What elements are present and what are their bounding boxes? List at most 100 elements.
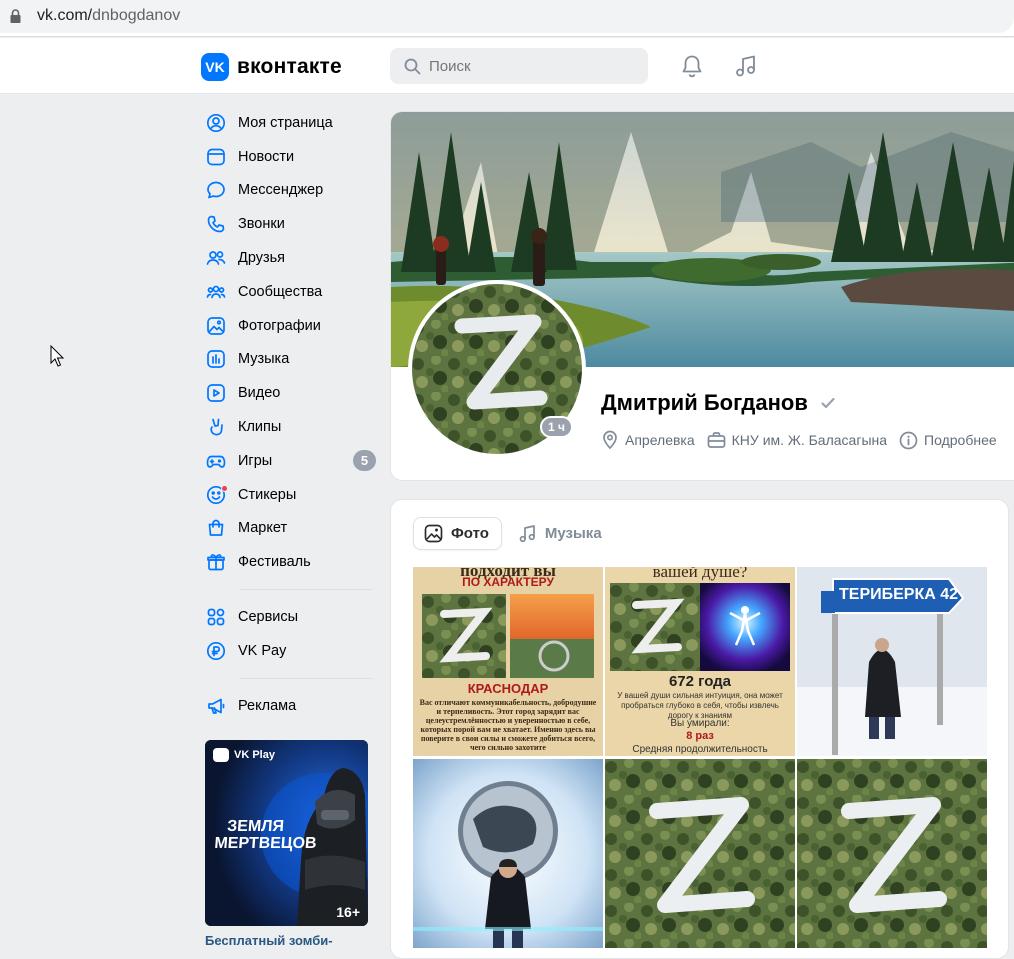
sidebar-item-label: Фотографии [238, 317, 321, 334]
search-box[interactable] [390, 48, 648, 84]
address-bar[interactable]: vk.com/dnbogdanov [0, 0, 1014, 33]
photo-thumbnail[interactable] [413, 759, 603, 948]
sidebar-item-photo[interactable]: Фотографии [200, 309, 378, 343]
sidebar-item-label: Реклама [238, 697, 297, 714]
ad-caption[interactable]: Бесплатный зомби- [205, 933, 333, 948]
sidebar-item-label: Фестиваль [238, 554, 311, 571]
search-icon [404, 58, 421, 74]
sidebar-item-label: Моя страница [238, 114, 333, 131]
last-seen-badge: 1 ч [540, 416, 573, 438]
photo-thumbnail[interactable]: ТЕРИБЕРКА 42 [797, 567, 987, 756]
sidebar-item-label: Маркет [238, 520, 288, 537]
sidebar-item-gift[interactable]: Фестиваль [200, 545, 378, 579]
clips-icon [210, 418, 223, 436]
sidebar-item-label: Сообщества [238, 283, 323, 300]
z-symbol-image [610, 583, 702, 671]
sidebar-item-games[interactable]: Игры 5 [200, 444, 378, 478]
bell-icon[interactable] [679, 53, 705, 79]
profile-education[interactable]: КНУ им. Ж. Баласагына [707, 431, 887, 449]
vkpay-icon [206, 641, 226, 660]
card-subheading: ПО ХАРАКТЕРУ [462, 575, 554, 589]
mouse-cursor-icon [50, 345, 64, 367]
music-note-icon[interactable] [733, 53, 759, 79]
vk-play-logo-icon [213, 748, 229, 762]
photo-thumbnail[interactable]: вашей душе? 672 года У вашей души сильна… [605, 567, 795, 756]
card-footer: Средняя продолжительность [632, 744, 768, 755]
tab-music[interactable]: Музыка [508, 517, 614, 550]
card-years: 672 года [668, 673, 732, 690]
music-icon [519, 525, 535, 543]
url-text: vk.com/dnbogdanov [37, 7, 180, 25]
photo-thumbnail[interactable]: подходит вы ПО ХАРАКТЕРУ КРАСНОДАР Вас о… [413, 567, 603, 756]
education-text: КНУ им. Ж. Баласагына [731, 432, 888, 448]
more-text: Подробнее [924, 432, 997, 448]
sidebar-item-phone[interactable]: Звонки [200, 207, 378, 241]
sidebar-item-market[interactable]: Маркет [200, 512, 378, 546]
sidebar-item-label: Звонки [238, 216, 285, 233]
profile-more-button[interactable]: Подробнее [899, 431, 997, 450]
soul-image [700, 583, 790, 671]
gift-icon [207, 554, 225, 571]
info-icon [899, 431, 918, 449]
card-city: КРАСНОДАР [467, 681, 549, 696]
card-heading: вашей душе? [652, 567, 748, 581]
sidebar-item-megaphone[interactable]: Реклама [200, 689, 378, 723]
photo-thumbnail[interactable] [605, 759, 795, 948]
vk-logo[interactable]: VK вконтакте [201, 53, 342, 81]
ad-title: ЗЕМЛЯ МЕРТВЕЦОВ [213, 818, 318, 852]
friends-icon [206, 251, 226, 265]
vk-header: VK вконтакте [0, 38, 1014, 94]
vk-play-brand: VK Play [213, 748, 275, 762]
profile-location[interactable]: Апрелевка [601, 430, 695, 450]
city-photo-image [510, 594, 594, 678]
photo-icon [424, 524, 443, 543]
sidebar-item-label: VK Pay [238, 642, 287, 659]
phone-icon [207, 215, 225, 233]
check-mark-icon[interactable] [820, 395, 836, 411]
card-died-value: 8 раз [686, 730, 714, 742]
sidebar-item-music[interactable]: Музыка [200, 343, 378, 377]
photo-thumbnail[interactable] [797, 759, 987, 948]
sidebar-divider [240, 677, 373, 679]
lock-icon [10, 9, 21, 23]
sidebar-item-services[interactable]: Сервисы [200, 600, 378, 634]
services-icon [207, 608, 225, 626]
sidebar-item-label: Клипы [238, 419, 282, 436]
message-icon [207, 182, 225, 199]
media-tabs: Фото Музыка [413, 517, 614, 550]
market-icon [208, 520, 224, 537]
browser-bar: vk.com/dnbogdanov [0, 0, 1014, 37]
vk-logo-icon: VK [201, 53, 229, 81]
sidebar-item-stickers[interactable]: Стикеры [200, 478, 378, 512]
notification-dot [221, 484, 228, 492]
sidebar-item-communities[interactable]: Сообщества [200, 275, 378, 309]
sidebar-divider [240, 589, 373, 591]
tab-photos[interactable]: Фото [413, 517, 502, 550]
search-input[interactable] [429, 57, 629, 75]
sidebar-item-label: Новости [238, 148, 295, 165]
location-pin-icon [603, 430, 617, 450]
sidebar-item-message[interactable]: Мессенджер [200, 174, 378, 208]
media-card: Фото Музыка подходит вы ПО ХАРАКТЕРУ КРА… [390, 499, 1009, 959]
sidebar-item-friends[interactable]: Друзья [200, 241, 378, 275]
card-died-label: Вы умирали: [670, 718, 730, 729]
sidebar-item-news[interactable]: Новости [200, 140, 378, 174]
games-icon [206, 455, 226, 468]
news-icon [207, 148, 225, 166]
card-description: Вас отличают коммуникабельность, доброду… [419, 698, 597, 752]
sidebar-ad-banner[interactable]: VK Play ЗЕМЛЯ МЕРТВЕЦОВ 16+ [205, 740, 368, 926]
sidebar-item-label: Друзья [238, 250, 286, 267]
sidebar-item-video[interactable]: Видео [200, 376, 378, 410]
sidebar-item-clips[interactable]: Клипы [200, 410, 378, 444]
user-circle-icon [206, 113, 226, 132]
sidebar-item-label: Музыка [238, 351, 290, 368]
photo-icon [207, 316, 225, 335]
briefcase-icon [707, 432, 725, 448]
sidebar-item-label: Мессенджер [238, 182, 324, 199]
tab-music-label: Музыка [544, 525, 602, 542]
sidebar-item-user-circle[interactable]: Моя страница [200, 106, 378, 140]
sidebar-item-vkpay[interactable]: VK Pay [200, 634, 378, 668]
profile-card: 1 ч Дмитрий Богданов Апрелевка КНУ им. Ж… [390, 111, 1014, 481]
video-icon [207, 384, 225, 403]
location-text: Апрелевка [625, 432, 695, 448]
